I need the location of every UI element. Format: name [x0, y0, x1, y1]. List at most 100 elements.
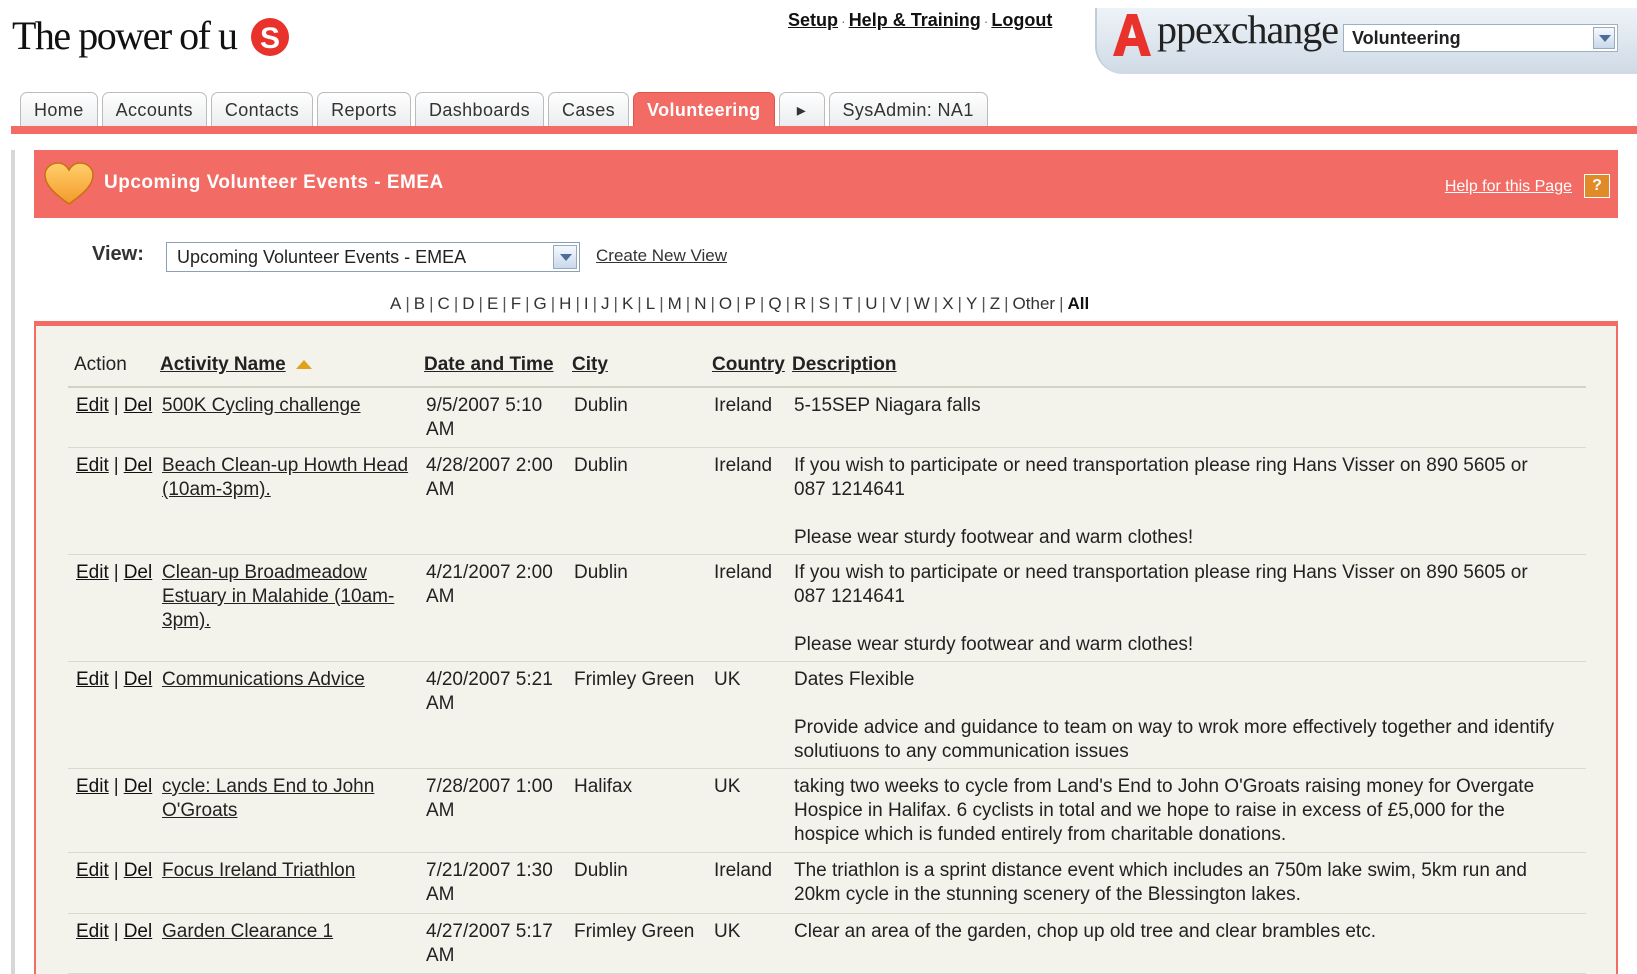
description-cell: 5-15SEP Niagara falls	[794, 395, 981, 416]
alphabet-separator: |	[834, 294, 839, 313]
edit-link[interactable]: Edit	[76, 562, 109, 583]
country-cell: Ireland	[714, 395, 773, 416]
alphabet-letter-c[interactable]: C	[438, 294, 450, 313]
alphabet-letter-d[interactable]: D	[462, 294, 474, 313]
edit-link[interactable]: Edit	[76, 395, 109, 416]
alphabet-letter-o[interactable]: O	[719, 294, 732, 313]
edit-link[interactable]: Edit	[76, 860, 109, 881]
alphabet-letter-p[interactable]: P	[745, 294, 756, 313]
tab-more-arrow-icon[interactable]: ▸	[778, 92, 825, 128]
alphabet-letter-s[interactable]: S	[819, 294, 830, 313]
action-separator: |	[113, 455, 119, 476]
delete-link[interactable]: Del	[124, 669, 153, 690]
activity-name-link[interactable]: Beach Clean-up Howth Head (10am-3pm).	[162, 454, 418, 502]
activity-name-link[interactable]: Focus Ireland Triathlon	[162, 859, 418, 883]
tab-bar: Home Accounts Contacts Reports Dashboard…	[20, 92, 992, 128]
tab-accounts[interactable]: Accounts	[101, 92, 207, 128]
alphabet-letter-y[interactable]: Y	[966, 294, 977, 313]
setup-link[interactable]: Setup	[788, 10, 838, 30]
alphabet-letter-k[interactable]: K	[622, 294, 633, 313]
activity-name-link[interactable]: Communications Advice	[162, 668, 418, 692]
alphabet-letter-r[interactable]: R	[794, 294, 806, 313]
alphabet-separator: |	[785, 294, 790, 313]
alphabet-letter-all[interactable]: All	[1068, 294, 1090, 313]
link-separator: ·	[983, 13, 989, 30]
column-header-country[interactable]: Country	[712, 354, 785, 376]
activity-name-link[interactable]: 500K Cycling challenge	[162, 394, 418, 418]
app-selector-value: Volunteering	[1352, 28, 1461, 48]
alphabet-letter-n[interactable]: N	[694, 294, 706, 313]
activity-name-link[interactable]: Garden Clearance 1	[162, 920, 418, 944]
activity-name-link[interactable]: cycle: Lands End to John O'Groats	[162, 775, 418, 823]
alphabet-letter-t[interactable]: T	[842, 294, 852, 313]
delete-link[interactable]: Del	[124, 776, 153, 797]
edit-link[interactable]: Edit	[76, 669, 109, 690]
table-row: Edit | Del Focus Ireland Triathlon 7/21/2007…	[68, 853, 1586, 914]
alphabet-letter-q[interactable]: Q	[768, 294, 781, 313]
city-cell: Dublin	[574, 562, 628, 583]
column-header-activity-name[interactable]: Activity Name	[160, 354, 312, 376]
city-cell: Dublin	[574, 395, 628, 416]
table-row: Edit | Del 500K Cycling challenge 9/5/2007 5…	[68, 388, 1586, 448]
chevron-down-icon[interactable]	[1593, 27, 1615, 49]
alphabet-separator: |	[575, 294, 580, 313]
alphabet-letter-f[interactable]: F	[511, 294, 521, 313]
alphabet-letter-g[interactable]: G	[534, 294, 547, 313]
column-header-description[interactable]: Description	[792, 354, 897, 376]
alphabet-letter-l[interactable]: L	[646, 294, 655, 313]
table-row: Edit | Del Beach Clean-up Howth Head (10am-…	[68, 448, 1586, 555]
table-row: Edit | Del Communications Advice 4/20/2007 5…	[68, 662, 1586, 769]
link-separator: ·	[841, 13, 846, 30]
app-selector[interactable]: Volunteering	[1343, 24, 1618, 52]
alphabet-letter-b[interactable]: B	[414, 294, 425, 313]
alphabet-letter-e[interactable]: E	[487, 294, 498, 313]
alphabet-separator: |	[957, 294, 962, 313]
edit-link[interactable]: Edit	[76, 455, 109, 476]
alphabet-letter-z[interactable]: Z	[990, 294, 1000, 313]
alphabet-letter-h[interactable]: H	[559, 294, 571, 313]
alphabet-letter-v[interactable]: V	[890, 294, 901, 313]
delete-link[interactable]: Del	[124, 395, 153, 416]
action-separator: |	[113, 776, 119, 797]
tab-volunteering[interactable]: Volunteering	[633, 92, 775, 128]
tab-dashboards[interactable]: Dashboards	[414, 92, 544, 128]
date-time-cell: 4/21/2007 2:00 AM	[426, 562, 553, 607]
alphabet-letter-j[interactable]: J	[601, 294, 610, 313]
delete-link[interactable]: Del	[124, 921, 153, 942]
row-actions: Edit | Del	[76, 668, 164, 692]
chevron-down-icon[interactable]	[553, 245, 577, 269]
tab-sysadmin[interactable]: SysAdmin: NA1	[828, 92, 988, 128]
edit-link[interactable]: Edit	[76, 776, 109, 797]
edit-link[interactable]: Edit	[76, 921, 109, 942]
alphabet-letter-m[interactable]: M	[668, 294, 682, 313]
column-header-activity-name-label: Activity Name	[160, 354, 286, 375]
date-time-cell: 4/20/2007 5:21 AM	[426, 669, 553, 714]
activity-name-link[interactable]: Clean-up Broadmeadow Estuary in Malahide…	[162, 561, 418, 633]
alphabet-separator: |	[405, 294, 410, 313]
delete-link[interactable]: Del	[124, 860, 153, 881]
alphabet-separator: |	[637, 294, 642, 313]
alphabet-letter-i[interactable]: I	[584, 294, 589, 313]
create-new-view-link[interactable]: Create New View	[596, 246, 727, 266]
help-icon[interactable]: ?	[1584, 174, 1610, 198]
column-header-date-time[interactable]: Date and Time	[424, 354, 554, 376]
description-cell: The triathlon is a sprint distance event…	[794, 860, 1527, 905]
alphabet-letter-other[interactable]: Other	[1013, 294, 1056, 313]
view-selector[interactable]: Upcoming Volunteer Events - EMEA	[166, 242, 580, 272]
tab-reports[interactable]: Reports	[317, 92, 411, 128]
alphabet-separator: |	[453, 294, 459, 313]
alphabet-letter-w[interactable]: W	[914, 294, 930, 313]
alphabet-letter-a[interactable]: A	[390, 294, 401, 313]
delete-link[interactable]: Del	[124, 562, 153, 583]
tab-home[interactable]: Home	[20, 92, 98, 128]
help-for-page-link[interactable]: Help for this Page	[1445, 178, 1572, 196]
column-header-city[interactable]: City	[572, 354, 608, 376]
tab-cases[interactable]: Cases	[548, 92, 630, 128]
help-training-link[interactable]: Help & Training	[849, 10, 981, 30]
alphabet-letter-x[interactable]: X	[942, 294, 953, 313]
alphabet-separator: |	[905, 294, 910, 313]
alphabet-letter-u[interactable]: U	[865, 294, 877, 313]
tab-contacts[interactable]: Contacts	[210, 92, 314, 128]
logout-link[interactable]: Logout	[991, 10, 1052, 30]
delete-link[interactable]: Del	[124, 455, 153, 476]
